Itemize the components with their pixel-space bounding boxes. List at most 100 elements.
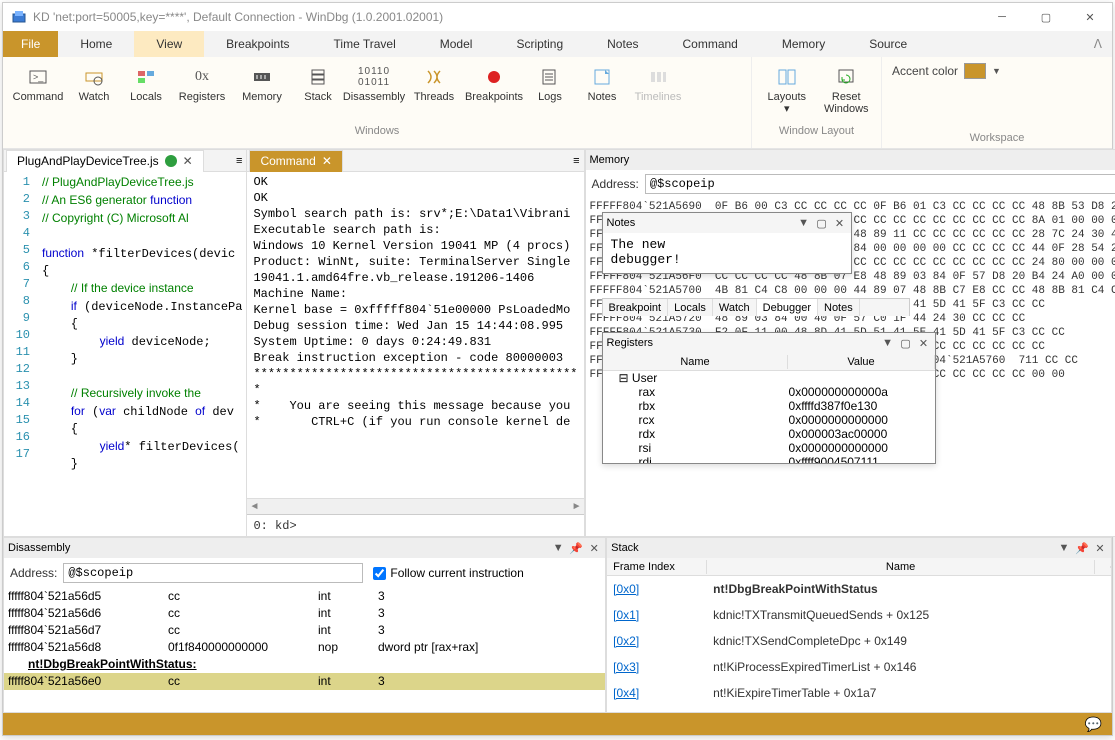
ribbon-stack[interactable]: Stack (293, 61, 343, 123)
ribbon-threads[interactable]: Threads (405, 61, 463, 123)
stack-header-name: Name (707, 560, 1095, 574)
menu-source[interactable]: Source (847, 31, 929, 57)
stack-row[interactable]: [0x3]nt!KiProcessExpiredTimerList + 0x14… (607, 654, 1111, 680)
ribbon-command[interactable]: >_Command (9, 61, 67, 123)
register-row[interactable]: rax0x000000000000a (603, 385, 935, 399)
mini-tab-debugger[interactable]: Debugger (757, 299, 818, 316)
menu-scripting[interactable]: Scripting (494, 31, 585, 57)
command-prompt[interactable]: 0: kd> (247, 514, 583, 536)
stack-pin-icon[interactable]: 📌 (1075, 542, 1089, 555)
disassembly-pin-icon[interactable]: 📌 (569, 542, 583, 555)
menu-notes[interactable]: Notes (585, 31, 660, 57)
command-menu-icon[interactable]: ≡ (573, 155, 579, 167)
register-row[interactable]: rdx0x000003ac00000 (603, 427, 935, 441)
notes-dropdown-icon[interactable]: ▼ (797, 217, 811, 229)
disassembly-dropdown-icon[interactable]: ▼ (551, 542, 565, 554)
ribbon-disassembly[interactable]: 1011001011Disassembly (345, 61, 403, 123)
maximize-button[interactable]: ▢ (1024, 3, 1068, 31)
ribbon-locals[interactable]: Locals (121, 61, 171, 123)
window-title: KD 'net:port=50005,key=****', Default Co… (33, 10, 980, 24)
menu-model[interactable]: Model (418, 31, 495, 57)
menu-memory[interactable]: Memory (760, 31, 847, 57)
menu-command[interactable]: Command (661, 31, 760, 57)
registers-close-icon[interactable]: ✕ (917, 337, 931, 350)
accent-color-swatch[interactable] (964, 63, 986, 79)
menu-home[interactable]: Home (58, 31, 134, 57)
mini-tab-breakpoint[interactable]: Breakpoint (603, 299, 669, 316)
notes-float-title: Notes (607, 217, 793, 229)
disassembly-close-icon[interactable]: ✕ (587, 542, 601, 555)
notes-maximize-icon[interactable]: ▢ (815, 217, 829, 230)
follow-instruction-label: Follow current instruction (390, 566, 523, 580)
feedback-icon[interactable]: 💬 (1085, 716, 1102, 733)
code-lines[interactable]: // PlugAndPlayDeviceTree.js // An ES6 ge… (38, 172, 246, 536)
notes-text[interactable]: The new debugger! (603, 233, 851, 271)
notes-close-icon[interactable]: ✕ (833, 217, 847, 230)
stack-row[interactable]: [0x0]nt!DbgBreakPointWithStatus (607, 576, 1111, 602)
stack-header-frame: Frame Index (607, 560, 707, 574)
editor-menu-icon[interactable]: ≡ (236, 155, 242, 167)
registers-maximize-icon[interactable]: ▢ (899, 337, 913, 350)
command-tab-close-icon[interactable]: ✕ (322, 154, 332, 168)
ribbon-logs[interactable]: Logs (525, 61, 575, 123)
command-hscroll[interactable]: ◄► (247, 498, 583, 514)
ribbon: >_Command Watch Locals 0xRegisters Memor… (3, 57, 1112, 149)
register-row[interactable]: rsi0x0000000000000 (603, 441, 935, 455)
command-tab-title: Command (260, 154, 315, 168)
memory-address-input[interactable] (645, 174, 1115, 194)
ribbon-timelines: Timelines (629, 61, 687, 123)
stack-row[interactable]: [0x4]nt!KiExpireTimerTable + 0x1a7 (607, 680, 1111, 706)
statusbar: 💬 (3, 713, 1112, 735)
register-row[interactable]: rbx0xffffd387f0e130 (603, 399, 935, 413)
stack-row[interactable]: [0x2]kdnic!TXSendCompleteDpc + 0x149 (607, 628, 1111, 654)
ribbon-notes[interactable]: Notes (577, 61, 627, 123)
stack-row[interactable]: [0x1]kdnic!TXTransmitQueuedSends + 0x125 (607, 602, 1111, 628)
disassembly-body[interactable]: fffff804`521a56d5ccint3fffff804`521a56d6… (4, 588, 605, 712)
ribbon-registers[interactable]: 0xRegisters (173, 61, 231, 123)
registers-header-name: Name (603, 355, 789, 369)
disassembly-title: Disassembly (8, 542, 547, 554)
svg-text:>_: >_ (33, 72, 44, 82)
code-gutter: 1234567891011121314151617 (4, 172, 38, 536)
ribbon-reset-windows[interactable]: Reset Windows (818, 61, 876, 123)
menu-file[interactable]: File (3, 31, 58, 57)
mini-tab-locals[interactable]: Locals (668, 299, 713, 316)
registers-dropdown-icon[interactable]: ▼ (881, 337, 895, 349)
ribbon-layouts[interactable]: Layouts ▾ (758, 61, 816, 123)
stack-dropdown-icon[interactable]: ▼ (1057, 542, 1071, 554)
registers-group[interactable]: User (632, 371, 657, 385)
script-status-icon (165, 155, 177, 167)
minimize-button[interactable]: ─ (980, 3, 1024, 31)
follow-instruction-checkbox[interactable] (373, 567, 386, 580)
stack-close-icon[interactable]: ✕ (1093, 542, 1107, 555)
menu-breakpoints[interactable]: Breakpoints (204, 31, 311, 57)
editor-tabbar: PlugAndPlayDeviceTree.js ✕ ≡ (4, 150, 246, 172)
ribbon-workspace-group-label: Workspace (882, 130, 1112, 148)
mini-tab-notes[interactable]: Notes (818, 299, 860, 316)
registers-float-title: Registers (607, 337, 877, 349)
stack-body[interactable]: [0x0]nt!DbgBreakPointWithStatus[0x1]kdni… (607, 576, 1111, 712)
editor-tab-close-icon[interactable]: ✕ (183, 154, 193, 168)
editor-tab-script[interactable]: PlugAndPlayDeviceTree.js ✕ (6, 150, 204, 172)
menu-view[interactable]: View (134, 31, 204, 57)
close-button[interactable]: ✕ (1068, 3, 1112, 31)
notes-float-window[interactable]: Notes ▼ ▢ ✕ The new debugger! (602, 212, 852, 274)
accent-dropdown-icon[interactable]: ▼ (992, 66, 1001, 76)
disassembly-address-input[interactable] (63, 563, 363, 583)
registers-header-value: Value (788, 355, 934, 369)
titlebar: KD 'net:port=50005,key=****', Default Co… (3, 3, 1112, 31)
memory-address-label: Address: (592, 177, 639, 191)
register-row[interactable]: rdi0xffff9004507111 (603, 455, 935, 463)
ribbon-watch[interactable]: Watch (69, 61, 119, 123)
app-window: KD 'net:port=50005,key=****', Default Co… (2, 2, 1113, 736)
menu-timetravel[interactable]: Time Travel (312, 31, 418, 57)
registers-float-window[interactable]: Registers ▼ ▢ ✕ Name Value ⊟ User rax0x0… (602, 332, 936, 464)
ribbon-breakpoints[interactable]: Breakpoints (465, 61, 523, 123)
register-row[interactable]: rcx0x0000000000000 (603, 413, 935, 427)
command-output[interactable]: OK OK Symbol search path is: srv*;E:\Dat… (247, 172, 583, 498)
ribbon-collapse-icon[interactable]: ᐱ (1094, 37, 1102, 51)
ribbon-memory[interactable]: Memory (233, 61, 291, 123)
ribbon-windows-group-label: Windows (3, 123, 751, 141)
mini-tab-watch[interactable]: Watch (713, 299, 757, 316)
command-tab[interactable]: Command ✕ (249, 150, 342, 172)
